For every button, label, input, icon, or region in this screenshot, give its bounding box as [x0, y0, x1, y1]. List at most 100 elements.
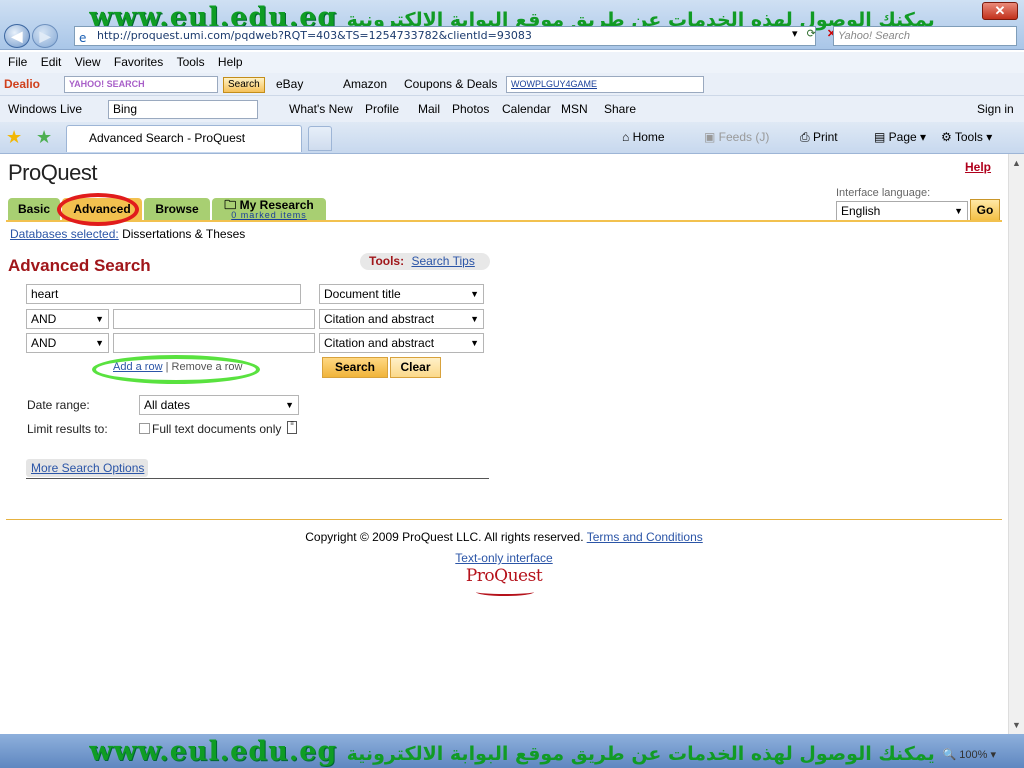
menu-bar: File Edit View Favorites Tools Help	[0, 52, 1024, 73]
windows-live-link[interactable]: Windows Live	[8, 100, 82, 118]
search-field-value-1: Document title	[324, 287, 401, 301]
tools-menu-button[interactable]: ⚙ Tools ▾	[941, 128, 992, 146]
help-link[interactable]: Help	[965, 160, 991, 174]
add-favorite-icon[interactable]: ★	[36, 127, 52, 148]
menu-view[interactable]: View	[75, 52, 101, 73]
page-title: Advanced Search	[8, 256, 151, 275]
amazon-link[interactable]: Amazon	[343, 75, 387, 93]
print-label: Print	[812, 130, 838, 144]
menu-favorites[interactable]: Favorites	[114, 52, 163, 73]
search-tips-link[interactable]: Search Tips	[411, 254, 474, 268]
forward-button-icon[interactable]: ▶	[32, 24, 58, 48]
marked-items-link[interactable]: 0 marked items	[212, 211, 326, 220]
msn-link[interactable]: MSN	[561, 100, 588, 118]
limit-results-label: Limit results to:	[27, 422, 108, 436]
dealio-toolbar: Dealio YAHOO! SEARCH Search eBay Amazon …	[0, 73, 1024, 96]
page-menu-button[interactable]: ▤ Page ▾	[874, 128, 926, 146]
tab-advanced-search[interactable]: Advanced Search - ProQuest	[66, 125, 302, 152]
feeds-button[interactable]: ▣ Feeds (J)	[704, 128, 769, 146]
home-button[interactable]: ⌂ Home	[622, 128, 665, 146]
date-range-select[interactable]: All dates ▼	[139, 395, 299, 415]
address-url: http://proquest.umi.com/pqdweb?RQT=403&T…	[97, 29, 532, 42]
address-bar[interactable]: e http://proquest.umi.com/pqdweb?RQT=403…	[74, 26, 816, 46]
share-link[interactable]: Share	[604, 100, 636, 118]
copyright: Copyright © 2009 ProQuest LLC. All right…	[0, 530, 1008, 544]
page-content: ProQuest Help Interface language: Englis…	[0, 154, 1008, 734]
chevron-down-icon: ▼	[954, 206, 963, 216]
yahoo-search-input[interactable]: Yahoo! Search	[833, 26, 1017, 46]
menu-help[interactable]: Help	[218, 52, 243, 73]
coupons-link[interactable]: Coupons & Deals	[404, 75, 497, 93]
zoom-level[interactable]: 🔍 100% ▾	[943, 748, 996, 761]
bottom-status-bar	[0, 734, 1024, 768]
go-button[interactable]: Go	[970, 199, 1000, 221]
bing-search-input[interactable]: Bing	[108, 100, 258, 119]
tab-underline	[6, 220, 1002, 222]
search-term-input-1[interactable]: heart	[26, 284, 301, 304]
windows-live-toolbar: Windows Live Bing What's New Profile Mai…	[0, 96, 1024, 122]
text-only: Text-only interface	[0, 551, 1008, 565]
refresh-icon[interactable]: ⟳	[807, 28, 816, 40]
search-field-select-3[interactable]: Citation and abstract ▼	[319, 333, 484, 353]
toolbar-search-button[interactable]: Search	[223, 77, 265, 93]
whats-new-link[interactable]: What's New	[289, 100, 353, 118]
vertical-scrollbar[interactable]: ▲ ▼	[1008, 154, 1024, 734]
tab-basic[interactable]: Basic	[8, 198, 60, 220]
search-field-value-2: Citation and abstract	[324, 312, 435, 326]
menu-tools[interactable]: Tools	[177, 52, 205, 73]
scroll-down-icon[interactable]: ▼	[1012, 720, 1021, 730]
sign-in-link[interactable]: Sign in	[977, 100, 1014, 118]
footer-logo-swoosh	[476, 588, 534, 596]
interface-language-select[interactable]: English ▼	[836, 201, 968, 221]
full-text-checkbox[interactable]	[139, 423, 150, 434]
boolean-operator-select-2[interactable]: AND ▼	[26, 309, 109, 329]
profile-link[interactable]: Profile	[365, 100, 399, 118]
document-icon: ≡	[287, 421, 297, 434]
search-field-select-1[interactable]: Document title ▼	[319, 284, 484, 304]
favorites-star-icon[interactable]: ★	[6, 127, 22, 148]
chevron-down-icon: ▼	[470, 289, 479, 299]
search-field-select-2[interactable]: Citation and abstract ▼	[319, 309, 484, 329]
zoom-value: 100%	[959, 749, 988, 761]
ebay-link[interactable]: eBay	[276, 75, 303, 93]
back-button-icon[interactable]: ◀	[4, 24, 30, 48]
search-term-input-3[interactable]	[113, 333, 315, 353]
search-button[interactable]: Search	[322, 357, 388, 378]
chevron-down-icon: ▼	[470, 314, 479, 324]
full-text-label[interactable]: Full text documents only	[152, 422, 281, 436]
chevron-down-icon: ▼	[95, 314, 104, 324]
coupon-code-dropdown[interactable]: WOWPLGUY4GAME	[506, 76, 704, 93]
red-highlight-oval	[57, 193, 139, 226]
yahoo-toolbar-search[interactable]: YAHOO! SEARCH	[64, 76, 218, 93]
dealio-logo[interactable]: Dealio	[4, 75, 40, 93]
boolean-operator-select-3[interactable]: AND ▼	[26, 333, 109, 353]
new-tab-button[interactable]	[308, 126, 332, 151]
menu-file[interactable]: File	[8, 52, 27, 73]
options-divider	[26, 478, 489, 479]
footer-proquest-logo: ProQuest	[462, 566, 546, 600]
tools-label: Tools	[954, 130, 983, 144]
more-search-options-link[interactable]: More Search Options	[31, 461, 144, 475]
terms-link[interactable]: Terms and Conditions	[587, 530, 703, 544]
proquest-logo[interactable]: ProQuest	[8, 160, 97, 186]
chevron-down-icon: ▼	[95, 338, 104, 348]
scroll-up-icon[interactable]: ▲	[1012, 158, 1021, 168]
footer-logo-text: ProQuest	[465, 566, 543, 586]
menu-edit[interactable]: Edit	[41, 52, 62, 73]
databases-selected-link[interactable]: Databases selected:	[10, 227, 119, 241]
close-window-icon[interactable]: ✕	[982, 2, 1018, 20]
address-dropdown-icon[interactable]: ▾	[792, 28, 798, 40]
green-highlight-oval	[92, 355, 260, 384]
search-term-input-2[interactable]	[113, 309, 315, 329]
calendar-link[interactable]: Calendar	[502, 100, 551, 118]
print-button[interactable]: ⎙ Print	[800, 128, 838, 146]
chevron-down-icon: ▼	[285, 400, 294, 410]
tab-my-research[interactable]: 🗀 My Research 0 marked items	[212, 198, 326, 220]
tab-title: Advanced Search - ProQuest	[89, 131, 246, 145]
tab-browse[interactable]: Browse	[144, 198, 210, 220]
more-search-options: More Search Options	[26, 459, 148, 477]
clear-button[interactable]: Clear	[390, 357, 441, 378]
text-only-link[interactable]: Text-only interface	[455, 551, 552, 565]
mail-link[interactable]: Mail	[418, 100, 440, 118]
photos-link[interactable]: Photos	[452, 100, 489, 118]
